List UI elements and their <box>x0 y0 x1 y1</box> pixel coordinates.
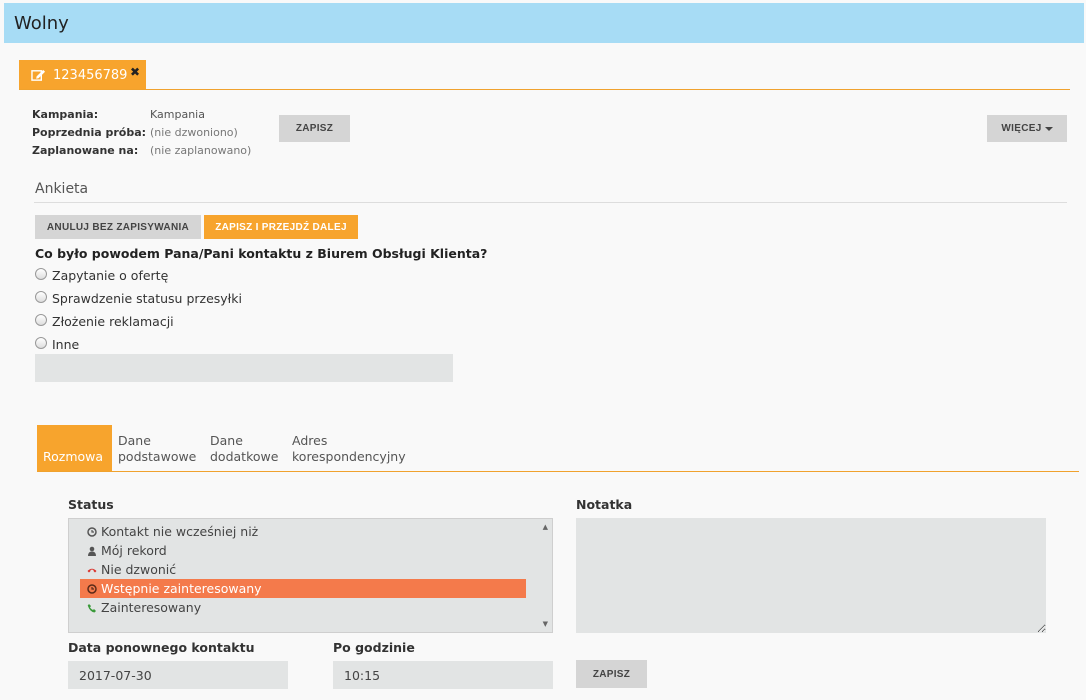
tabs-divider <box>37 471 1079 472</box>
app-header: Wolny <box>4 3 1084 43</box>
radio-button[interactable] <box>35 290 47 303</box>
after-hour-label: Po godzinie <box>333 640 415 655</box>
note-label: Notatka <box>576 497 633 512</box>
recontact-date-label: Data ponownego kontaktu <box>68 640 255 655</box>
campaign-value: Kampania <box>150 108 205 121</box>
tab-label-line2: korespondencyjny <box>292 449 406 464</box>
status-option[interactable]: Kontakt nie wcześniej niż <box>80 522 526 541</box>
note-textarea[interactable] <box>576 518 1046 633</box>
option-shipment-status[interactable]: Sprawdzenie statusu przesyłki <box>35 290 242 306</box>
tab-basic-data[interactable]: Dane podstawowe <box>118 433 196 465</box>
record-tab-divider <box>19 89 1070 90</box>
status-option[interactable]: Mój rekord <box>80 541 526 560</box>
close-icon[interactable]: ✖ <box>130 65 140 79</box>
status-label: Status <box>68 497 114 512</box>
status-option-selected[interactable]: Wstępnie zainteresowany <box>80 579 526 598</box>
tab-additional-data[interactable]: Dane dodatkowe <box>210 433 278 465</box>
status-option-label: Nie dzwonić <box>101 562 177 577</box>
option-label: Zapytanie o ofertę <box>52 268 169 283</box>
radio-button[interactable] <box>35 336 47 349</box>
more-button[interactable]: WIĘCEJ <box>987 115 1067 142</box>
scroll-down-icon[interactable]: ▼ <box>543 620 548 628</box>
phone-icon <box>87 603 96 612</box>
campaign-label: Kampania: <box>32 108 99 121</box>
status-option[interactable]: Nie dzwonić <box>80 560 526 579</box>
record-tab-label: 123456789 <box>53 67 128 83</box>
header-title: Wolny <box>14 13 69 34</box>
status-option-label: Kontakt nie wcześniej niż <box>101 524 259 539</box>
save-and-next-button[interactable]: ZAPISZ I PRZEJDŹ DALEJ <box>204 215 358 239</box>
radio-button[interactable] <box>35 313 47 326</box>
option-other[interactable]: Inne <box>35 336 80 352</box>
more-button-label: WIĘCEJ <box>1001 123 1042 134</box>
scheduled-label: Zaplanowane na: <box>32 144 139 157</box>
status-listbox[interactable]: Kontakt nie wcześniej niż Mój rekord Nie… <box>68 518 553 633</box>
option-label: Sprawdzenie statusu przesyłki <box>52 291 242 306</box>
recontact-date-input[interactable] <box>68 661 288 689</box>
status-option[interactable]: Zainteresowany <box>80 598 526 617</box>
edit-icon <box>31 69 46 81</box>
clock-icon <box>87 526 97 537</box>
tab-label-line2: dodatkowe <box>210 449 279 464</box>
survey-divider <box>34 202 1067 203</box>
cancel-without-saving-button[interactable]: ANULUJ BEZ ZAPISYWANIA <box>35 215 201 239</box>
option-label: Złożenie reklamacji <box>52 314 174 329</box>
option-offer-inquiry[interactable]: Zapytanie o ofertę <box>35 267 169 283</box>
after-hour-input[interactable] <box>333 661 553 689</box>
tab-conversation[interactable]: Rozmowa <box>37 425 112 471</box>
previous-attempt-value: (nie dzwoniono) <box>150 126 238 139</box>
option-label: Inne <box>52 337 80 352</box>
tab-label-line2: podstawowe <box>118 449 197 464</box>
save-top-button[interactable]: ZAPISZ <box>279 115 350 142</box>
scheduled-value: (nie zaplanowano) <box>150 144 252 157</box>
status-option-label: Wstępnie zainteresowany <box>101 581 262 596</box>
tab-label-line1: Dane <box>210 433 243 448</box>
previous-attempt-label: Poprzednia próba: <box>32 126 147 139</box>
tab-label-line1: Adres <box>292 433 328 448</box>
other-answer-input[interactable] <box>35 354 453 382</box>
tab-correspondence-address[interactable]: Adres korespondencyjny <box>292 433 406 465</box>
record-tab[interactable]: 123456789 ✖ <box>19 60 146 90</box>
phone-hangup-icon <box>87 568 97 572</box>
status-option-label: Mój rekord <box>101 543 167 558</box>
scroll-up-icon[interactable]: ▲ <box>543 523 548 531</box>
clock-icon <box>87 583 97 594</box>
radio-button[interactable] <box>35 267 47 280</box>
user-icon <box>88 546 96 556</box>
tab-label-line1: Dane <box>118 433 151 448</box>
survey-title: Ankieta <box>35 181 89 197</box>
save-bottom-button[interactable]: ZAPISZ <box>576 660 647 688</box>
survey-question: Co było powodem Pana/Pani kontaktu z Biu… <box>35 246 488 261</box>
option-complaint[interactable]: Złożenie reklamacji <box>35 313 174 329</box>
caret-down-icon <box>1044 126 1053 131</box>
status-option-label: Zainteresowany <box>101 600 202 615</box>
